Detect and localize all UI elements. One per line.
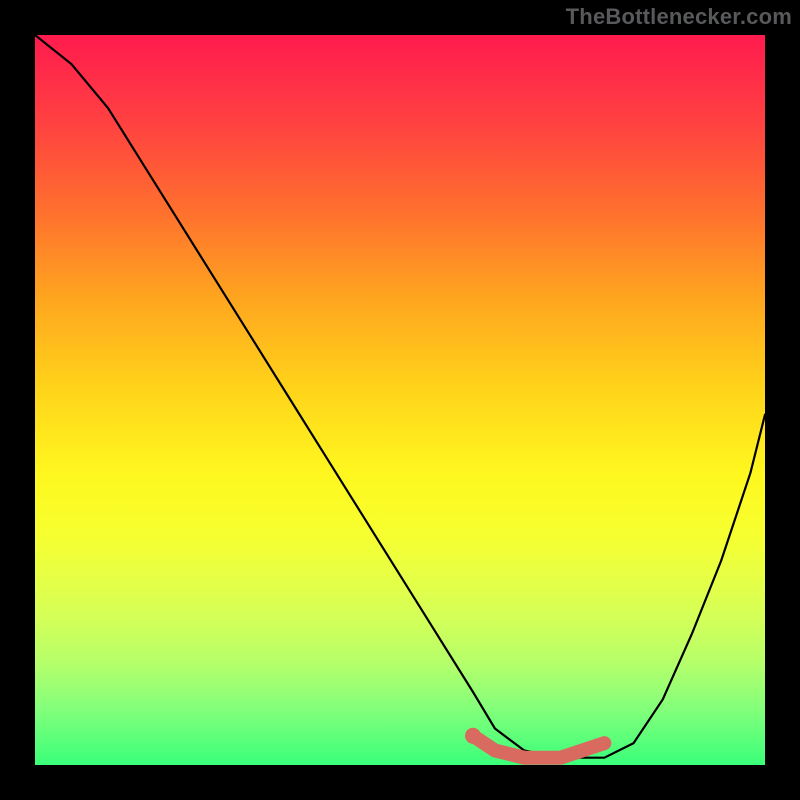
bottleneck-curve xyxy=(35,35,765,758)
attribution-text: TheBottlenecker.com xyxy=(566,4,792,30)
optimal-range-line xyxy=(473,736,604,758)
optimal-range-start-dot xyxy=(465,728,481,744)
chart-svg xyxy=(35,35,765,765)
chart-frame: TheBottlenecker.com xyxy=(0,0,800,800)
plot-area xyxy=(35,35,765,765)
